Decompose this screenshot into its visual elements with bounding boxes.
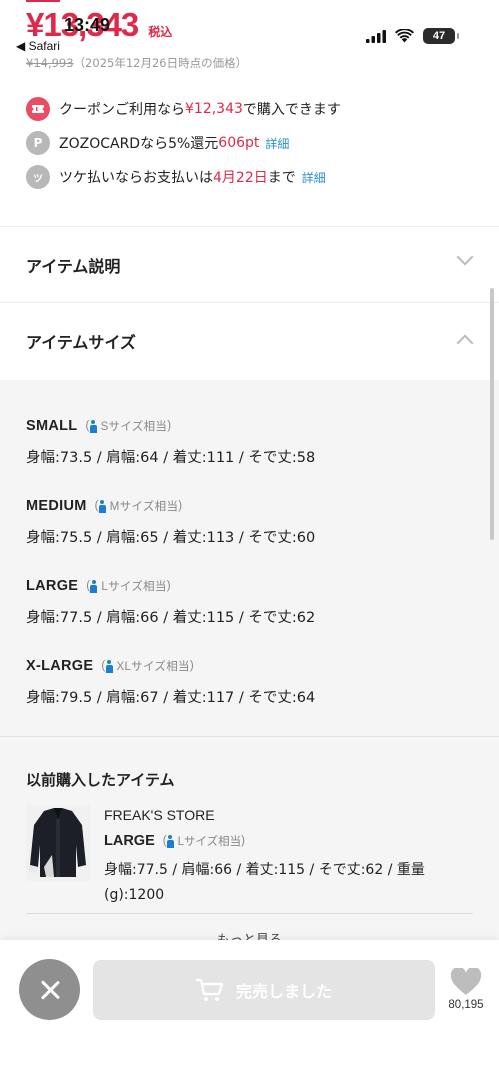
coupon-price: ¥12,343: [185, 101, 243, 117]
size-name: SMALL: [26, 418, 78, 434]
size-equivalent-label: Lサイズ相当: [177, 836, 242, 848]
battery-icon: 47: [423, 28, 459, 44]
close-icon: [39, 979, 61, 1001]
size-large: LARGE (Lサイズ相当): [26, 578, 171, 594]
item-description-header[interactable]: アイテム説明: [0, 227, 499, 303]
favorite-count: 80,195: [448, 999, 484, 1011]
old-price-row: ¥14,993（2025年12月26日時点の価格）: [26, 55, 247, 71]
size-name: X-LARGE: [26, 658, 94, 674]
status-time: 13:49: [64, 15, 111, 35]
size-equivalent: (Mサイズ相当): [94, 499, 183, 513]
bottom-action-bar: 完売しました 80,195: [0, 940, 499, 1080]
zozocard-benefit: P ZOZOCARDなら5%還元 606pt 詳細: [26, 131, 289, 155]
jacket-image: [26, 805, 90, 881]
previous-item-thumbnail[interactable]: [26, 805, 90, 881]
item-size-header[interactable]: アイテムサイズ: [0, 303, 499, 379]
previous-item-brand: FREAK'S STORE: [104, 807, 215, 823]
size-name: LARGE: [104, 833, 155, 849]
person-icon: [105, 659, 113, 673]
zozocard-detail-link[interactable]: 詳細: [265, 135, 289, 152]
size-equivalent: (XLサイズ相当): [101, 659, 194, 673]
size-equivalent-label: Sサイズ相当: [100, 421, 168, 433]
size-name: LARGE: [26, 578, 79, 594]
size-equivalent-label: Mサイズ相当: [109, 501, 179, 513]
size-medium: MEDIUM (Mサイズ相当): [26, 498, 182, 514]
coupon-text: クーポンご利用なら: [59, 102, 185, 118]
size-measurements: 身幅:73.5 / 肩幅:64 / 着丈:111 / そで丈:58: [26, 450, 316, 466]
chevron-up-icon: [456, 334, 474, 352]
tsuke-text: ツケ払いならお支払いは: [59, 170, 213, 186]
zozocard-text: ZOZOCARDなら5%還元: [59, 136, 219, 152]
coupon-benefit: クーポンご利用なら ¥12,343 で購入できます: [26, 97, 341, 121]
close-button[interactable]: [19, 959, 80, 1020]
cart-icon: [195, 978, 224, 1001]
item-description-title: アイテム説明: [26, 257, 121, 276]
zozopoint-icon: P: [26, 131, 50, 155]
person-icon: [98, 499, 106, 513]
wifi-icon: [395, 29, 414, 43]
old-price: ¥14,993: [26, 56, 74, 70]
divider: [26, 913, 473, 914]
size-equivalent: (Sサイズ相当): [85, 419, 172, 433]
status-indicators: 47: [366, 28, 459, 44]
back-to-safari[interactable]: ◀ Safari: [16, 39, 60, 53]
coupon-text-suffix: で購入できます: [242, 102, 341, 118]
favorite-button[interactable]: 80,195: [442, 968, 490, 1011]
size-measurements: 身幅:79.5 / 肩幅:67 / 着丈:117 / そで丈:64: [26, 690, 316, 706]
person-icon: [90, 579, 98, 593]
tsuke-text-suffix: まで: [267, 170, 296, 186]
previous-purchase-section: 以前購入したアイテム FREAK'S STORE LARGE (Lサイズ相当) …: [0, 737, 499, 947]
sold-out-label: 完売しました: [235, 982, 332, 1001]
size-equivalent: (Lサイズ相当): [162, 834, 245, 848]
previous-purchase-title: 以前購入したアイテム: [26, 771, 175, 789]
person-icon: [166, 834, 174, 848]
size-list: SMALL (Sサイズ相当) 身幅:73.5 / 肩幅:64 / 着丈:111 …: [0, 380, 499, 736]
sold-out-button[interactable]: 完売しました: [93, 960, 435, 1020]
tax-label: 税込: [148, 25, 173, 39]
previous-item-measurements: 身幅:77.5 / 肩幅:66 / 着丈:115 / そで丈:62 / 重量(g…: [104, 862, 425, 903]
item-size-title: アイテムサイズ: [26, 333, 136, 352]
tsuke-date: 4月22日: [213, 170, 268, 186]
size-measurements: 身幅:77.5 / 肩幅:66 / 着丈:115 / そで丈:62: [26, 610, 316, 626]
size-small: SMALL (Sサイズ相当): [26, 418, 171, 434]
tsuke-icon: ツ: [26, 165, 50, 189]
size-measurements: 身幅:75.5 / 肩幅:65 / 着丈:113 / そで丈:60: [26, 530, 316, 546]
size-equivalent-label: Lサイズ相当: [101, 581, 167, 593]
size-name: MEDIUM: [26, 498, 87, 514]
previous-item-size: LARGE (Lサイズ相当): [104, 833, 245, 849]
chevron-down-icon: [456, 248, 474, 266]
tsuke-benefit: ツ ツケ払いならお支払いは 4月22日 まで 詳細: [26, 165, 326, 189]
zozocard-points: 606pt: [218, 135, 260, 151]
coupon-icon: [26, 97, 50, 121]
size-xlarge: X-LARGE (XLサイズ相当): [26, 658, 194, 674]
size-equivalent: (Lサイズ相当): [86, 579, 171, 593]
scrollbar[interactable]: [490, 288, 494, 540]
tsuke-detail-link[interactable]: 詳細: [302, 169, 326, 186]
price-underline-accent: [26, 0, 60, 2]
heart-icon: [450, 968, 482, 995]
old-price-note: （2025年12月26日時点の価格）: [73, 56, 248, 70]
person-icon: [89, 419, 97, 433]
signal-icon: [366, 29, 386, 43]
size-equivalent-label: XLサイズ相当: [116, 661, 190, 673]
